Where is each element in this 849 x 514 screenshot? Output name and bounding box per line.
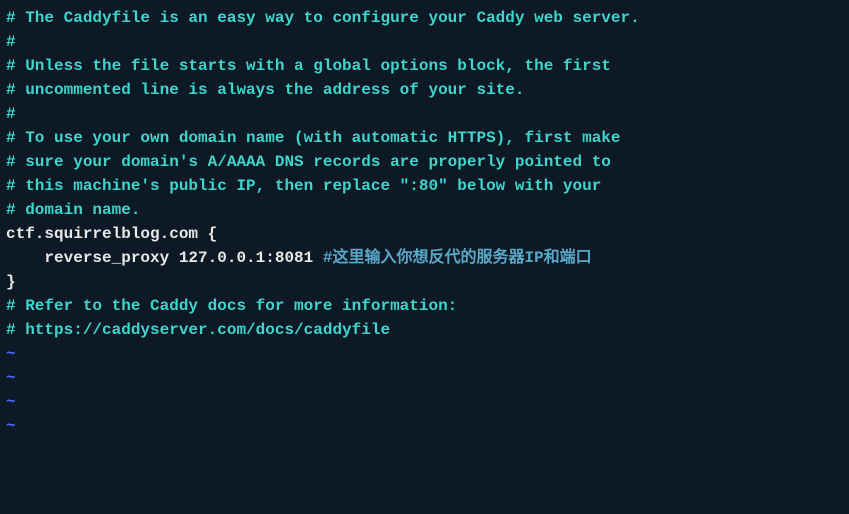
comment-line: # <box>6 33 16 51</box>
comment-line: # Unless the file starts with a global o… <box>6 57 611 75</box>
vim-tilde-line: ~ <box>6 369 16 387</box>
vim-tilde-line: ~ <box>6 345 16 363</box>
inline-comment: #这里输入你想反代的服务器IP和端口 <box>323 249 592 267</box>
vim-tilde-line: ~ <box>6 393 16 411</box>
comment-line: # this machine's public IP, then replace… <box>6 177 601 195</box>
config-site-block-open: ctf.squirrelblog.com { <box>6 225 217 243</box>
comment-line: # Refer to the Caddy docs for more infor… <box>6 297 457 315</box>
comment-line: # uncommented line is always the address… <box>6 81 524 99</box>
vim-tilde-line: ~ <box>6 417 16 435</box>
comment-line: # <box>6 105 16 123</box>
comment-line: # domain name. <box>6 201 140 219</box>
config-site-block-close: } <box>6 273 16 291</box>
config-reverse-proxy: reverse_proxy 127.0.0.1:8081 <box>6 249 323 267</box>
comment-line: # sure your domain's A/AAAA DNS records … <box>6 153 611 171</box>
comment-line: # https://caddyserver.com/docs/caddyfile <box>6 321 390 339</box>
text-editor[interactable]: # The Caddyfile is an easy way to config… <box>6 6 843 438</box>
comment-line: # The Caddyfile is an easy way to config… <box>6 9 640 27</box>
comment-line: # To use your own domain name (with auto… <box>6 129 621 147</box>
